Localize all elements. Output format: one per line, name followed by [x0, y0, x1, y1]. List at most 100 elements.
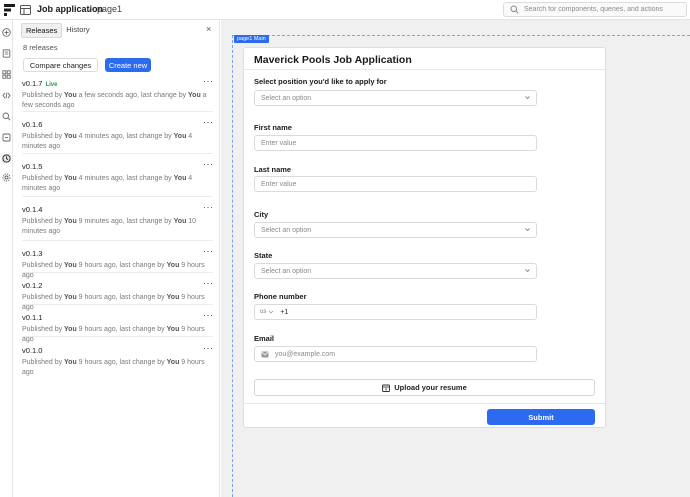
last-name-placeholder: Enter value — [261, 180, 297, 188]
changer-name: You — [166, 359, 180, 366]
settings-icon[interactable] — [2, 173, 11, 182]
release-row[interactable]: v0.1.7 Live ··· Published by You a few seco… — [22, 76, 214, 112]
phone-field[interactable]: us +1 — [254, 304, 537, 320]
upload-icon — [382, 384, 391, 392]
release-version: v0.1.7 Live — [22, 79, 57, 88]
publish-time: a few seconds ago, last change by — [76, 92, 189, 99]
country-code-select[interactable]: us — [260, 309, 266, 315]
release-version-text: v0.1.3 — [22, 249, 43, 258]
release-count: 8 releases — [23, 43, 58, 52]
release-version-text: v0.1.5 — [22, 162, 43, 171]
publish-time: 4 minutes ago, last change by — [76, 133, 174, 140]
page-name[interactable]: page1 — [97, 4, 122, 14]
release-version: v0.1.2 — [22, 281, 42, 290]
release-version: v0.1.0 — [22, 346, 42, 355]
publisher-name: You — [64, 262, 77, 269]
release-version: v0.1.3 — [22, 249, 42, 258]
release-version-text: v0.1.1 — [22, 313, 43, 322]
city-select[interactable]: Select an option — [254, 222, 537, 238]
email-field[interactable]: you@example.com — [254, 346, 537, 362]
more-options-icon[interactable]: ··· — [203, 343, 214, 353]
release-description: Published by You a few seconds ago, last… — [22, 91, 210, 111]
tab-history[interactable]: History — [62, 23, 93, 38]
tab-releases[interactable]: Releases — [21, 23, 63, 38]
add-icon[interactable] — [2, 28, 11, 37]
publisher-name: You — [64, 92, 77, 99]
upload-resume-button[interactable]: Upload your resume — [254, 379, 595, 396]
last-name-field[interactable]: Enter value — [254, 176, 537, 192]
publish-prefix: Published by — [22, 262, 65, 269]
release-description: Published by You 9 hours ago, last chang… — [22, 261, 210, 281]
position-select[interactable]: Select an option — [254, 90, 537, 106]
publish-prefix: Published by — [22, 218, 65, 225]
phone-dial-code: +1 — [280, 308, 289, 316]
history-icon[interactable] — [2, 154, 11, 163]
publish-time: 4 minutes ago, last change by — [76, 175, 174, 182]
publish-prefix: Published by — [22, 175, 65, 182]
global-search[interactable] — [503, 2, 687, 17]
state-placeholder: Select an option — [261, 267, 312, 275]
publish-time: 9 hours ago, last change by — [76, 294, 167, 301]
publisher-name: You — [64, 133, 77, 140]
chevron-down-icon — [525, 96, 530, 100]
release-row[interactable]: v0.1.1 ··· Published by You 9 hours ago, l… — [22, 310, 214, 343]
phone-label: Phone number — [254, 292, 307, 301]
changer-name: You — [173, 133, 187, 140]
city-label: City — [254, 210, 269, 219]
search-icon[interactable] — [2, 112, 11, 121]
more-options-icon[interactable]: ··· — [203, 202, 214, 212]
release-description: Published by You 9 hours ago, last chang… — [22, 293, 210, 313]
release-version-text: v0.1.2 — [22, 281, 43, 290]
release-row[interactable]: v0.1.2 ··· Published by You 9 hours ago, l… — [22, 278, 214, 311]
debug-icon[interactable] — [2, 133, 11, 142]
app-logo-icon[interactable] — [4, 4, 15, 16]
top-bar: Job application / page1 — [0, 0, 690, 20]
breadcrumb-separator: / — [89, 4, 92, 14]
release-row[interactable]: v0.1.3 ··· Published by You 9 hours ago, l… — [22, 246, 214, 279]
release-row[interactable]: v0.1.4 ··· Published by You 9 minutes ago,… — [22, 202, 214, 241]
pages-icon[interactable] — [2, 49, 11, 58]
upload-label: Upload your resume — [394, 383, 467, 392]
release-row[interactable]: v0.1.5 ··· Published by You 4 minutes ago,… — [22, 159, 214, 197]
changer-name: You — [173, 175, 187, 182]
components-icon[interactable] — [2, 70, 11, 79]
release-version-text: v0.1.4 — [22, 205, 43, 214]
publish-time: 9 minutes ago, last change by — [76, 218, 174, 225]
compare-changes-button[interactable]: Compare changes — [23, 58, 98, 72]
frame-label[interactable]: page1 Main — [234, 35, 269, 43]
more-options-icon[interactable]: ··· — [203, 76, 214, 86]
release-version: v0.1.6 — [22, 120, 42, 129]
changer-name: You — [166, 294, 180, 301]
chevron-down-icon — [525, 269, 530, 273]
code-icon[interactable] — [2, 91, 11, 100]
close-icon[interactable]: × — [206, 24, 211, 34]
publisher-name: You — [64, 359, 77, 366]
chevron-down-icon — [525, 228, 530, 232]
release-row[interactable]: v0.1.0 ··· Published by You 9 hours ago, l… — [22, 343, 214, 376]
more-options-icon[interactable]: ··· — [203, 159, 214, 169]
publish-prefix: Published by — [22, 92, 65, 99]
more-options-icon[interactable]: ··· — [203, 246, 214, 256]
more-options-icon[interactable]: ··· — [203, 278, 214, 288]
publish-prefix: Published by — [22, 133, 65, 140]
app-name[interactable]: Job application — [37, 4, 103, 14]
job-application-form: Maverick Pools Job Application Select po… — [243, 47, 606, 428]
release-description: Published by You 4 minutes ago, last cha… — [22, 132, 210, 152]
publisher-name: You — [64, 294, 77, 301]
more-options-icon[interactable]: ··· — [203, 117, 214, 127]
panel-toggle-icon[interactable] — [20, 5, 31, 15]
more-options-icon[interactable]: ··· — [203, 310, 214, 320]
submit-button[interactable]: Submit — [487, 409, 595, 425]
search-input[interactable] — [524, 6, 684, 13]
publish-time: 9 hours ago, last change by — [76, 262, 167, 269]
form-footer-divider — [244, 403, 605, 404]
search-icon — [510, 5, 519, 14]
position-placeholder: Select an option — [261, 94, 312, 102]
release-description: Published by You 9 minutes ago, last cha… — [22, 217, 210, 237]
state-select[interactable]: Select an option — [254, 263, 537, 279]
release-row[interactable]: v0.1.6 ··· Published by You 4 minutes ago,… — [22, 117, 214, 154]
position-label: Select position you'd like to apply for — [254, 77, 387, 86]
create-new-button[interactable]: Create new — [105, 58, 151, 72]
publisher-name: You — [64, 218, 77, 225]
first-name-field[interactable]: Enter value — [254, 135, 537, 151]
